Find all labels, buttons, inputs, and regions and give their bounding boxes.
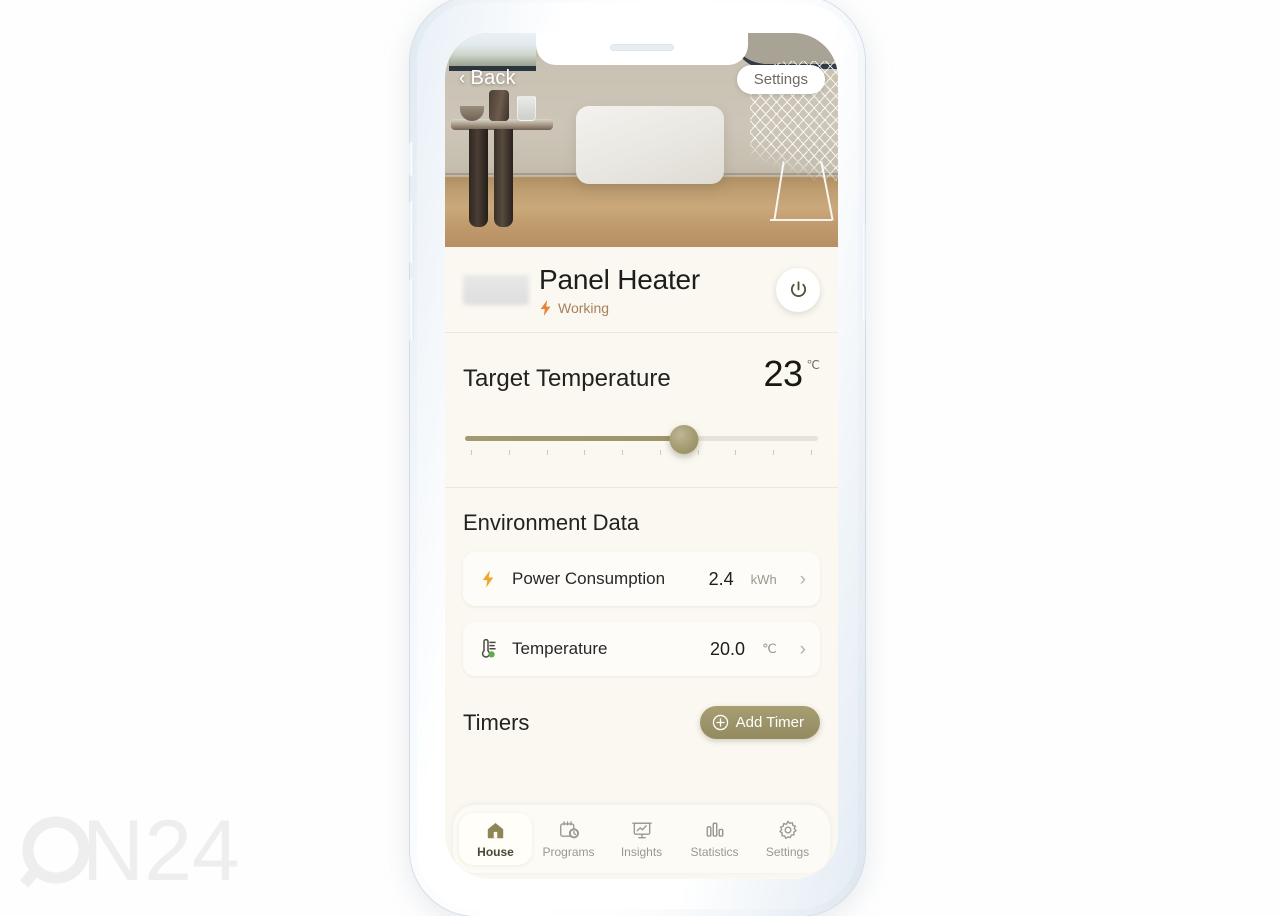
power-toggle-button[interactable] [776,268,820,312]
hero-settings-button[interactable]: Settings [736,65,825,94]
env-row-value: 20.0 [710,638,746,659]
bar-chart-icon [704,819,726,841]
table-vase [489,90,509,121]
device-status-label: Working [558,300,610,316]
chevron-right-icon: › [799,568,806,590]
tab-label: Statistics [690,845,739,859]
slider-tick-marks [465,450,818,455]
tab-label: House [477,845,514,859]
on24-watermark: N24 [19,803,240,899]
device-text-group: Panel Heater Working [539,264,776,316]
environment-data-title: Environment Data [463,510,640,535]
slider-fill [465,436,684,441]
phone-mute-switch[interactable] [409,142,414,176]
gear-icon [777,819,799,841]
slider-tick [471,450,472,455]
target-temperature-label: Target Temperature [463,365,671,392]
svg-text:N24: N24 [82,803,240,899]
tab-settings[interactable]: Settings [751,813,824,865]
env-row-value: 2.4 [708,568,734,589]
bottom-tab-bar: House Programs Insights Statistics Setti… [453,805,830,873]
tab-house[interactable]: House [459,813,532,865]
add-timer-label: Add Timer [735,714,804,731]
slider-tick [735,450,737,455]
device-name: Panel Heater [539,264,701,295]
lightning-bolt-icon [540,300,551,316]
chair-base-bar [770,219,832,221]
app-content: Panel Heater Working Target Temperature … [445,247,838,879]
side-table-leg [469,129,488,227]
back-button[interactable]: ‹ Back [459,67,516,90]
tab-label: Settings [765,845,810,859]
back-button-label: Back [470,67,516,89]
chevron-left-icon: ‹ [459,68,466,89]
env-row-unit: ℃ [762,641,777,656]
tab-label: Insights [620,845,663,859]
add-timer-button[interactable]: Add Timer [699,706,820,739]
chevron-right-icon: › [799,638,806,660]
device-status: Working [539,300,776,316]
environment-data-section: Environment Data Power Consumption 2.4 k… [445,488,838,680]
screenshot-canvas: N24 ‹ Back Settings Panel Heater Working… [0,0,1280,916]
tab-statistics[interactable]: Statistics [678,813,751,865]
target-temperature-row: Target Temperature 23 ℃ [463,353,820,394]
side-table-leg [494,129,513,227]
slider-tick [659,450,661,455]
phone-screen: ‹ Back Settings Panel Heater Working Tar… [445,33,838,879]
phone-power-button[interactable] [861,224,866,320]
earpiece-speaker-icon [609,44,674,51]
lightning-bolt-icon [477,567,499,591]
home-icon [485,819,507,841]
tab-label: Programs [542,845,595,859]
slider-tick [508,450,510,455]
env-row-label: Temperature [512,639,608,658]
slider-tick [773,450,775,455]
plus-circle-icon [712,714,728,731]
chart-board-icon [631,819,653,841]
panel-heater-product [576,106,724,184]
target-temperature-slider[interactable] [465,425,818,457]
brand-logo-redacted [463,275,529,305]
slider-tick [584,450,586,455]
phone-volume-up-button[interactable] [409,201,414,263]
env-row-temperature[interactable]: Temperature 20.0 ℃ › [463,622,820,676]
target-temperature-value: 23 [763,353,803,394]
power-icon [790,280,806,297]
env-row-power-consumption[interactable]: Power Consumption 2.4 kWh › [463,552,820,606]
env-row-label: Power Consumption [512,569,666,588]
slider-tick [546,450,548,455]
target-temperature-unit: ℃ [806,358,820,372]
env-row-unit: kWh [750,571,777,587]
phone-notch [535,33,748,65]
calendar-clock-icon [558,819,580,841]
table-glass [517,96,536,121]
tab-insights[interactable]: Insights [605,813,678,865]
target-temperature-readout: 23 ℃ [763,353,820,394]
phone-device-frame: ‹ Back Settings Panel Heater Working Tar… [409,0,866,916]
timers-section: Timers Add Timer [445,680,838,739]
device-header-row: Panel Heater Working [445,247,838,332]
timers-title: Timers [463,709,530,735]
phone-volume-down-button[interactable] [409,279,414,341]
thermometer-icon [477,637,499,661]
slider-tick [622,450,624,455]
room-window [449,33,536,71]
device-hero-image: ‹ Back Settings [445,33,838,247]
slider-tick [697,450,699,455]
tab-programs[interactable]: Programs [532,813,605,865]
target-temperature-section: Target Temperature 23 ℃ [445,333,838,465]
slider-tick [810,450,812,455]
hero-settings-label: Settings [753,71,808,88]
